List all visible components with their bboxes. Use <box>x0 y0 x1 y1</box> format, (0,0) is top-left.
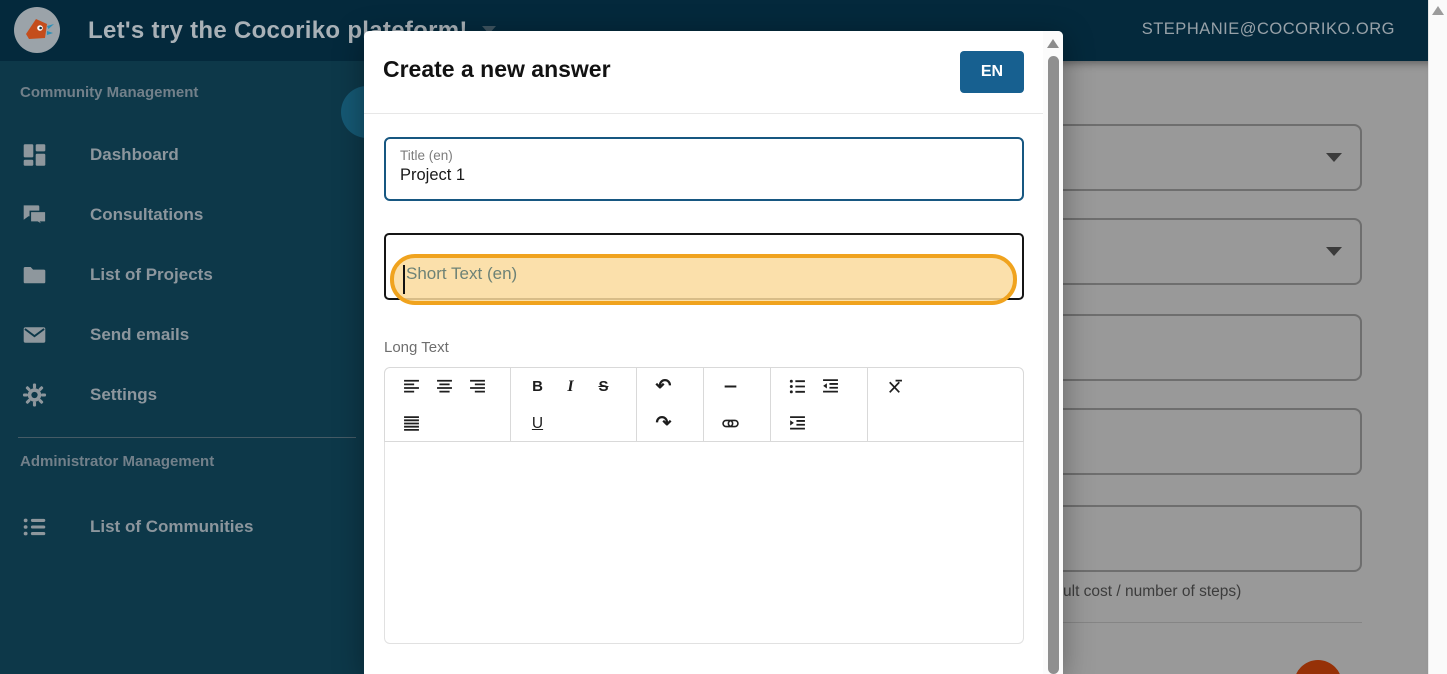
clear-formatting-icon <box>889 379 902 393</box>
scroll-up-arrow-icon <box>1432 6 1444 15</box>
undo-button[interactable]: ↶ <box>647 368 680 405</box>
toolbar-group: B I S U <box>511 368 637 441</box>
title-input[interactable]: Title (en) Project 1 <box>384 137 1024 201</box>
long-text-label: Long Text <box>384 339 449 356</box>
long-text-editor[interactable] <box>384 442 1024 644</box>
user-email-menu[interactable]: STEPHANIE@COCORIKO.ORG <box>1142 20 1395 39</box>
bold-icon: B <box>532 378 543 395</box>
scroll-up-arrow-icon <box>1046 39 1059 48</box>
title-input-label: Title (en) <box>400 148 453 163</box>
sidebar-item-settings[interactable]: Settings <box>0 373 364 417</box>
language-en-button[interactable]: EN <box>960 51 1024 93</box>
redo-icon: ↷ <box>655 413 672 434</box>
sidebar-item-dashboard[interactable]: Dashboard <box>0 133 364 177</box>
sidebar-item-consultations[interactable]: Consultations <box>0 193 364 237</box>
redo-button[interactable]: ↷ <box>647 405 680 442</box>
sidebar-item-list-of-projects[interactable]: List of Projects <box>0 253 364 297</box>
envelope-icon <box>22 323 48 347</box>
rooster-icon <box>14 7 60 53</box>
unordered-list-icon <box>789 379 805 394</box>
clear-formatting-button[interactable] <box>878 368 911 405</box>
bold-button[interactable]: B <box>521 368 554 405</box>
cocoriko-logo[interactable] <box>14 7 60 53</box>
unordered-list-button[interactable] <box>781 368 814 405</box>
link-icon <box>722 419 739 428</box>
sidebar-item-list-of-communities[interactable]: List of Communities <box>0 505 364 549</box>
section-label-administrator-management: Administrator Management <box>20 453 215 470</box>
modal-scrollbar-thumb[interactable] <box>1047 56 1059 674</box>
align-center-icon <box>437 379 452 393</box>
dashboard-icon <box>22 143 48 167</box>
link-button[interactable] <box>714 405 747 442</box>
background-hint-text: ult cost / number of steps) <box>1063 583 1242 600</box>
title-input-value: Project 1 <box>400 166 466 184</box>
app-root: Let's try the Cocoriko plateform! STEPHA… <box>0 0 1447 674</box>
italic-button[interactable]: I <box>554 368 587 405</box>
outdent-button[interactable] <box>814 368 847 405</box>
editor-toolbar: B I S U ↶ ↷ <box>384 367 1024 442</box>
chevron-down-icon <box>1326 247 1342 256</box>
align-center-button[interactable] <box>428 368 461 405</box>
text-cursor <box>403 265 405 294</box>
add-fab-button <box>1294 660 1342 674</box>
modal-header-divider <box>364 113 1043 114</box>
chevron-down-icon <box>1326 153 1342 162</box>
strikethrough-icon: S <box>598 378 609 395</box>
toolbar-group <box>385 368 511 441</box>
undo-icon: ↶ <box>655 376 672 397</box>
modal-title: Create a new answer <box>383 56 611 82</box>
sidebar-nav: Community Management Dashboard Consultat… <box>0 61 364 674</box>
short-text-highlight: Short Text (en) <box>390 254 1017 305</box>
align-left-icon <box>404 379 419 393</box>
toolbar-group <box>868 368 1023 441</box>
folder-icon <box>22 263 48 287</box>
strikethrough-button[interactable]: S <box>587 368 620 405</box>
page-scrollbar[interactable] <box>1428 0 1447 674</box>
horizontal-rule-icon <box>724 385 737 388</box>
italic-icon: I <box>567 377 574 395</box>
align-left-button[interactable] <box>395 368 428 405</box>
underline-button[interactable]: U <box>521 405 554 442</box>
indent-icon <box>790 416 805 430</box>
indent-button[interactable] <box>781 405 814 442</box>
toolbar-group: ↶ ↷ <box>637 368 704 441</box>
create-answer-modal: Create a new answer EN Title (en) Projec… <box>364 31 1063 674</box>
short-text-placeholder: Short Text (en) <box>406 264 518 283</box>
section-label-community-management: Community Management <box>20 84 199 101</box>
horizontal-rule-button[interactable] <box>714 368 747 405</box>
align-justify-button[interactable] <box>395 405 428 442</box>
toolbar-group <box>704 368 771 441</box>
chat-bubbles-icon <box>22 203 48 227</box>
underline-icon: U <box>531 414 544 432</box>
align-right-button[interactable] <box>461 368 494 405</box>
align-right-icon <box>470 379 485 393</box>
outdent-icon <box>823 379 838 393</box>
sidebar-item-send-emails[interactable]: Send emails <box>0 313 364 357</box>
bullet-list-icon <box>22 515 48 539</box>
gear-icon <box>22 383 48 407</box>
sidebar-divider <box>18 437 356 438</box>
modal-scrollbar[interactable] <box>1043 31 1063 674</box>
align-justify-icon <box>404 416 419 431</box>
toolbar-group <box>771 368 868 441</box>
